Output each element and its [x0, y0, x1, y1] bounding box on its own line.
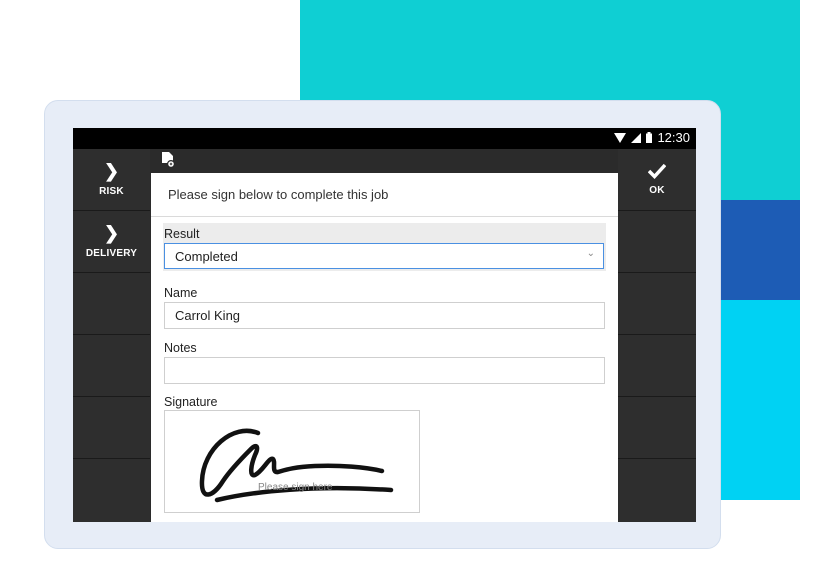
left-nav: ❯ RISK ❯ DELIVERY	[73, 149, 150, 522]
chevron-right-icon: ❯	[103, 223, 120, 243]
result-select[interactable]: Completed ⌄	[164, 243, 604, 269]
chevron-right-icon: ❯	[103, 161, 120, 181]
notes-input[interactable]	[164, 357, 605, 384]
nav-risk-label: RISK	[99, 186, 124, 197]
device-screen: 12:30 ❯ RISK ❯ DELIVERY OK Please sign b…	[73, 128, 696, 522]
nav-risk-button[interactable]: ❯ RISK	[73, 149, 150, 211]
result-label: Result	[164, 227, 200, 241]
chevron-down-icon: ⌄	[586, 248, 595, 259]
name-value: Carrol King	[175, 308, 241, 323]
nav-empty-cell	[73, 273, 150, 335]
check-icon	[648, 163, 666, 179]
nav-empty-cell	[73, 459, 150, 522]
signature-drawing	[199, 428, 394, 503]
wifi-icon	[614, 132, 627, 143]
notes-label: Notes	[164, 341, 197, 355]
app-document-icon	[162, 152, 175, 168]
right-nav: OK	[618, 149, 696, 522]
nav-empty-cell	[73, 335, 150, 397]
divider	[151, 216, 618, 217]
nav-empty-cell	[73, 397, 150, 459]
status-bar: 12:30	[73, 128, 696, 149]
status-time: 12:30	[657, 130, 690, 145]
nav-empty-cell	[618, 273, 696, 335]
nav-delivery-button[interactable]: ❯ DELIVERY	[73, 211, 150, 273]
signature-pad[interactable]: Please sign here	[164, 410, 420, 513]
name-input[interactable]: Carrol King	[164, 302, 605, 329]
name-label: Name	[164, 286, 198, 300]
dialog-title: Please sign below to complete this job	[168, 187, 389, 202]
ok-label: OK	[649, 185, 665, 196]
result-value: Completed	[175, 249, 238, 264]
sign-dialog: Please sign below to complete this job R…	[151, 173, 618, 522]
signature-placeholder: Please sign here	[258, 482, 333, 493]
nav-empty-cell	[618, 459, 696, 522]
nav-delivery-label: DELIVERY	[85, 248, 138, 259]
nav-empty-cell	[618, 211, 696, 273]
nav-empty-cell	[618, 335, 696, 397]
nav-empty-cell	[618, 397, 696, 459]
cell-signal-icon	[631, 132, 642, 143]
ok-button[interactable]: OK	[618, 149, 696, 211]
battery-icon	[646, 132, 653, 143]
signature-label: Signature	[164, 395, 218, 409]
